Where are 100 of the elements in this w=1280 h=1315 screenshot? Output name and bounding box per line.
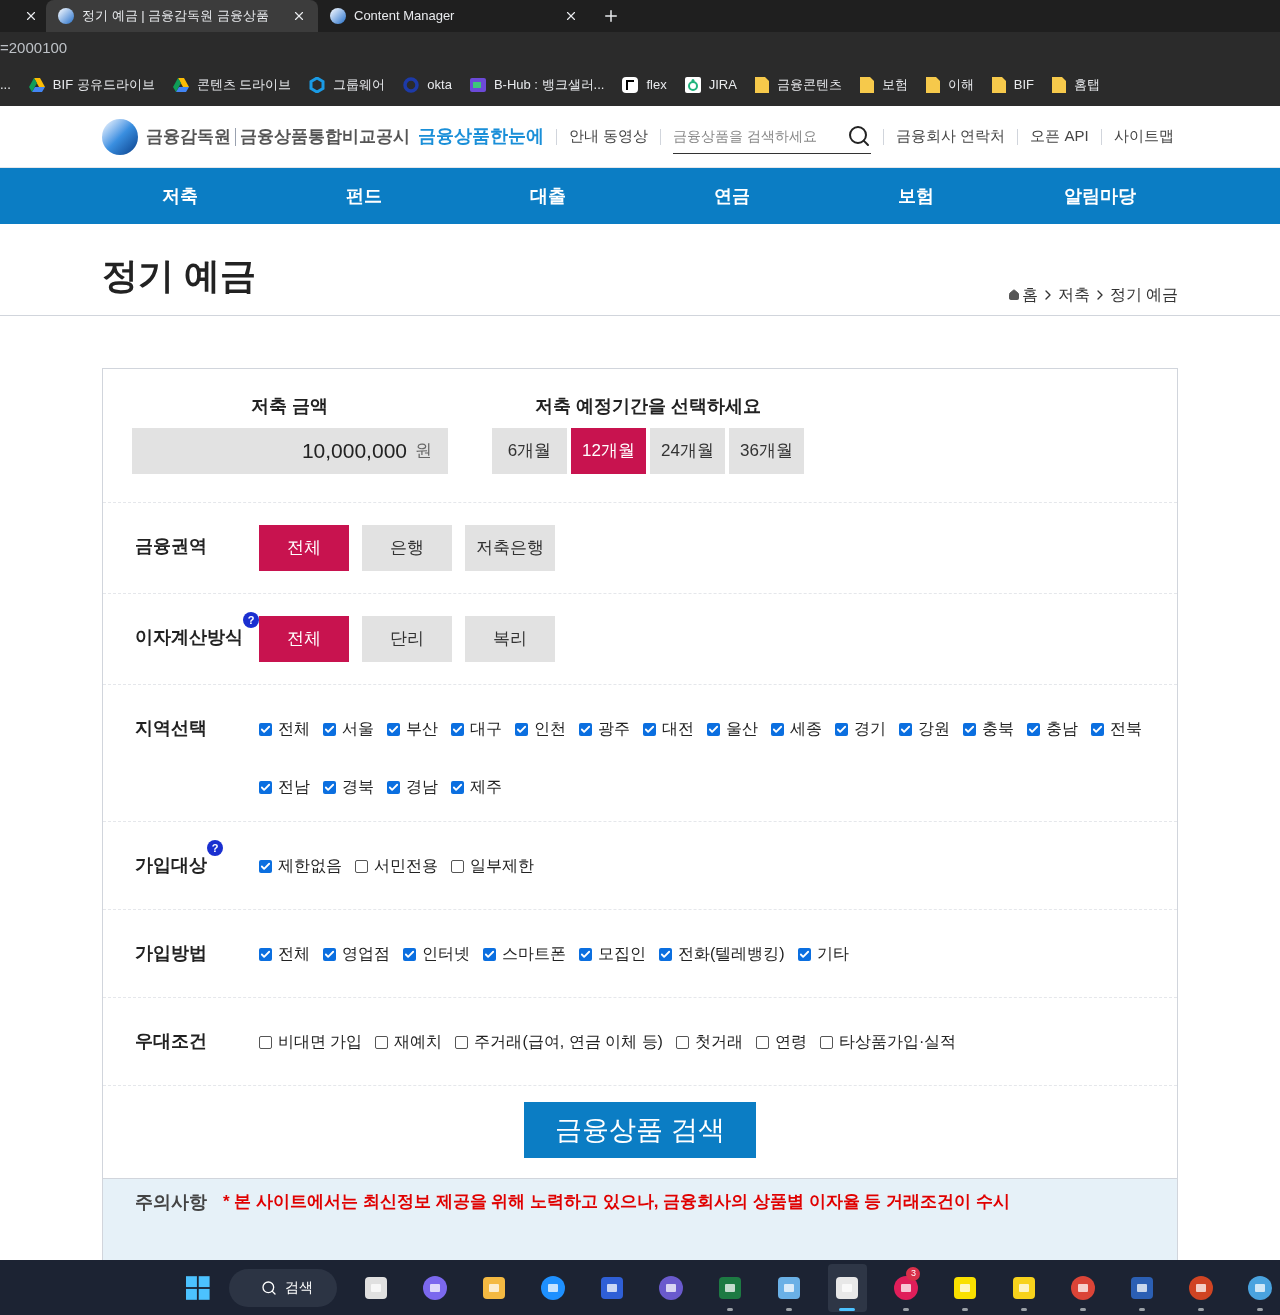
checkbox-label[interactable]: 비대면 가입: [278, 1030, 363, 1054]
checkbox[interactable]: [455, 1035, 469, 1049]
checkbox[interactable]: [259, 1035, 272, 1049]
checkbox-label[interactable]: 세종: [790, 717, 822, 741]
checkbox[interactable]: [451, 780, 464, 794]
checkbox[interactable]: [643, 722, 656, 736]
nav-item[interactable]: 저축: [110, 182, 250, 210]
checkbox[interactable]: [963, 722, 976, 736]
header-link[interactable]: 오픈 API: [1030, 125, 1089, 148]
checkbox[interactable]: [375, 1035, 389, 1049]
help-badge[interactable]: ?: [207, 840, 223, 856]
filter-option[interactable]: 저축은행: [465, 525, 555, 571]
checkbox[interactable]: [819, 1035, 833, 1049]
checkbox-label[interactable]: 서울: [342, 717, 374, 741]
checkbox-label[interactable]: 경기: [854, 717, 886, 741]
checkbox-label[interactable]: 전체: [278, 942, 310, 966]
checkbox[interactable]: [835, 722, 848, 736]
checkbox-label[interactable]: 서민전용: [374, 854, 438, 878]
checkbox[interactable]: [259, 947, 272, 961]
bookmark[interactable]: 그룹웨어: [309, 75, 386, 95]
product-search-button[interactable]: 금융상품 검색: [524, 1102, 756, 1158]
checkbox-label[interactable]: 강원: [918, 717, 950, 741]
filter-option[interactable]: 단리: [362, 616, 452, 662]
filter-option[interactable]: 전체: [259, 525, 349, 571]
checkbox-label[interactable]: 인천: [534, 717, 566, 741]
checkbox-label[interactable]: 대구: [470, 717, 502, 741]
taskbar-app[interactable]: 3: [886, 1263, 927, 1312]
guide-video-link[interactable]: 안내 동영상: [569, 125, 649, 148]
checkbox[interactable]: [515, 722, 528, 736]
new-tab-icon[interactable]: [602, 7, 620, 25]
checkbox[interactable]: [899, 722, 912, 736]
checkbox[interactable]: [323, 780, 336, 794]
checkbox-label[interactable]: 전남: [278, 775, 310, 799]
amount-field[interactable]: 10,000,000 원: [132, 428, 448, 474]
bookmark[interactable]: JIRA: [684, 75, 737, 95]
period-option[interactable]: 24개월: [650, 428, 725, 474]
checkbox-label[interactable]: 부산: [406, 717, 438, 741]
bookmark[interactable]: 금융콘텐츠: [754, 75, 842, 95]
checkbox-label[interactable]: 충북: [982, 717, 1014, 741]
nav-item[interactable]: 대출: [478, 182, 618, 210]
checkbox-label[interactable]: 첫거래: [694, 1030, 743, 1054]
checkbox[interactable]: [387, 722, 400, 736]
header-link[interactable]: 사이트맵: [1113, 125, 1174, 148]
checkbox-label[interactable]: 제한없음: [278, 854, 342, 878]
filter-option[interactable]: 전체: [259, 616, 349, 662]
checkbox-label[interactable]: 경남: [406, 775, 438, 799]
search-icon[interactable]: [847, 124, 872, 148]
nav-item[interactable]: 펀드: [294, 182, 434, 210]
checkbox[interactable]: [323, 722, 336, 736]
checkbox-label[interactable]: 주거래(급여, 연금 이체 등): [474, 1030, 663, 1054]
checkbox-label[interactable]: 울산: [726, 717, 758, 741]
checkbox-label[interactable]: 전체: [278, 717, 310, 741]
period-option[interactable]: 12개월: [571, 428, 646, 474]
checkbox-label[interactable]: 스마트폰: [502, 942, 566, 966]
search-field[interactable]: 금융상품을 검색하세요: [673, 119, 848, 153]
bookmark[interactable]: 콘텐츠 드라이브: [172, 75, 292, 95]
checkbox[interactable]: [259, 859, 272, 873]
breadcrumb-item[interactable]: 정기 예금: [1109, 283, 1178, 307]
bookmark[interactable]: okta: [403, 75, 452, 95]
checkbox[interactable]: [355, 859, 368, 873]
checkbox[interactable]: [707, 722, 720, 736]
checkbox[interactable]: [403, 947, 416, 961]
taskbar-search[interactable]: 검색: [228, 1268, 337, 1307]
close-tab-icon[interactable]: [24, 9, 38, 23]
bookmark[interactable]: flex: [622, 75, 667, 95]
checkbox-label[interactable]: 전화(텔레뱅킹): [678, 942, 785, 966]
checkbox[interactable]: [1091, 722, 1104, 736]
checkbox-label[interactable]: 연령: [774, 1030, 807, 1054]
header-link[interactable]: 금융회사 연락처: [896, 125, 1006, 148]
close-tab-icon[interactable]: [292, 9, 306, 23]
checkbox[interactable]: [387, 780, 400, 794]
bookmark[interactable]: 이해: [925, 75, 974, 95]
bookmark[interactable]: B-Hub : 뱅크샐러...: [469, 75, 605, 95]
breadcrumb-item[interactable]: 홈: [1021, 283, 1038, 307]
help-badge[interactable]: ?: [243, 612, 259, 628]
bookmark[interactable]: 보험: [859, 75, 908, 95]
nav-item[interactable]: 알림마당: [1030, 182, 1170, 210]
period-option[interactable]: 36개월: [729, 428, 804, 474]
checkbox[interactable]: [579, 947, 592, 961]
checkbox-label[interactable]: 타상품가입·실적: [838, 1030, 957, 1054]
checkbox-label[interactable]: 전북: [1110, 717, 1142, 741]
close-tab-icon[interactable]: [564, 9, 578, 23]
bookmark[interactable]: 홈탭: [1052, 75, 1101, 95]
checkbox[interactable]: [259, 722, 272, 736]
nav-item[interactable]: 보험: [846, 182, 986, 210]
nav-item[interactable]: 연금: [662, 182, 802, 210]
checkbox-label[interactable]: 충남: [1046, 717, 1078, 741]
bookmark[interactable]: BIF 공유드라이브: [28, 75, 155, 95]
checkbox-label[interactable]: 일부제한: [470, 854, 534, 878]
checkbox[interactable]: [1027, 722, 1040, 736]
checkbox[interactable]: [755, 1035, 769, 1049]
checkbox[interactable]: [259, 780, 272, 794]
checkbox[interactable]: [797, 947, 811, 961]
taskbar-app[interactable]: [827, 1263, 868, 1312]
checkbox-label[interactable]: 인터넷: [422, 942, 470, 966]
checkbox[interactable]: [675, 1035, 689, 1049]
checkbox-label[interactable]: 제주: [470, 775, 502, 799]
checkbox[interactable]: [771, 722, 784, 736]
period-option[interactable]: 6개월: [492, 428, 567, 474]
checkbox-label[interactable]: 영업점: [342, 942, 390, 966]
